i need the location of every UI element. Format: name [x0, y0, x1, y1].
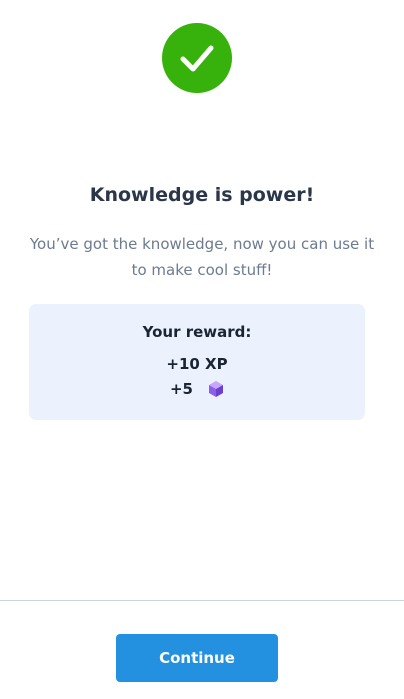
reward-gems-count: +5 — [169, 380, 193, 398]
checkmark-icon — [180, 45, 214, 72]
continue-button[interactable]: Continue — [116, 634, 278, 682]
subtitle-text: You’ve got the knowledge, now you can us… — [29, 235, 375, 279]
footer-divider — [0, 600, 404, 601]
reward-card: Your reward: +10 XP +5 — [29, 304, 365, 420]
reward-xp: +10 XP — [166, 355, 228, 373]
reward-gems: +5 — [29, 380, 365, 398]
success-badge — [162, 23, 232, 93]
page-title: Knowledge is power! — [89, 184, 315, 206]
reward-heading: Your reward: — [142, 323, 252, 341]
gem-icon — [209, 381, 223, 397]
